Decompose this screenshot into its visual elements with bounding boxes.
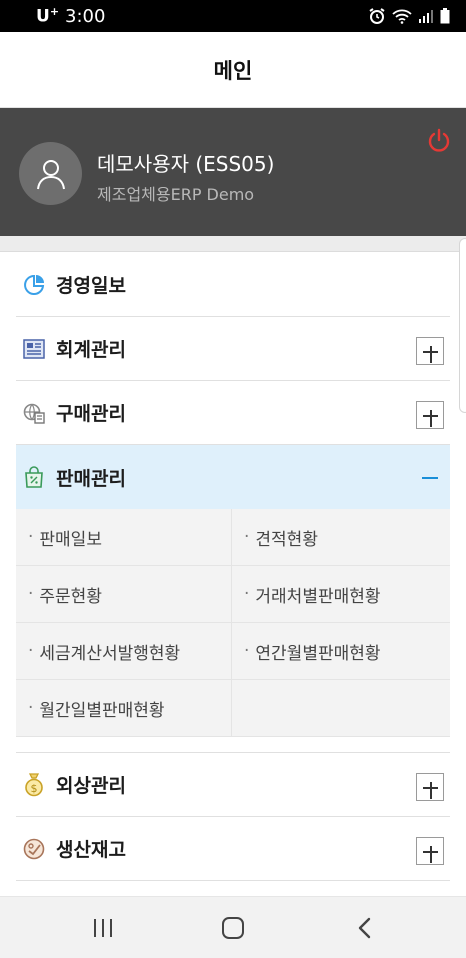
battery-icon (440, 8, 450, 24)
collapse-button[interactable] (422, 477, 438, 479)
avatar (19, 142, 82, 205)
profile-panel: 데모사용자 (ESS05) 제조업체용ERP Demo (0, 108, 466, 236)
ledger-icon (22, 337, 46, 361)
menu-item-sales[interactable]: 판매관리 (16, 445, 450, 509)
purchase-icon (22, 401, 46, 425)
expand-button[interactable] (416, 401, 444, 429)
expand-button[interactable] (416, 337, 444, 365)
menu-item-management-daily[interactable]: 경영일보 (16, 253, 450, 317)
clock: 3:00 (65, 5, 106, 27)
company-name: 제조업체용ERP Demo (97, 185, 255, 204)
submenu-item[interactable]: · 거래처별판매현황 (232, 566, 450, 623)
menu-item-receivables[interactable]: $ 외상관리 (16, 753, 450, 817)
menu-item-purchasing[interactable]: 구매관리 (16, 381, 450, 445)
production-icon (22, 837, 46, 861)
submenu-item[interactable]: · 견적현황 (232, 509, 450, 566)
menu-item-label: 생산재고 (56, 839, 126, 861)
submenu-item[interactable]: · 월간일별판매현황 (16, 680, 232, 737)
power-icon[interactable] (427, 128, 451, 154)
side-drawer-handle[interactable] (459, 238, 466, 413)
carrier-time: U+ 3:00 (36, 5, 105, 27)
system-nav-bar (0, 896, 466, 958)
svg-text:$: $ (31, 782, 38, 795)
submenu-empty-cell (232, 680, 450, 737)
recent-apps-button[interactable] (92, 917, 114, 939)
submenu-item[interactable]: · 판매일보 (16, 509, 232, 566)
menu-item-label: 회계관리 (56, 339, 126, 361)
submenu-item[interactable]: · 연간월별판매현황 (232, 623, 450, 680)
expand-button[interactable] (416, 837, 444, 865)
back-button[interactable] (355, 916, 375, 940)
status-icons (368, 7, 450, 25)
user-name: 데모사용자 (ESS05) (97, 152, 275, 176)
wifi-icon (392, 9, 412, 24)
home-button[interactable] (222, 917, 244, 939)
menu-item-label: 구매관리 (56, 403, 126, 425)
expand-button[interactable] (416, 773, 444, 801)
user-icon (36, 159, 65, 189)
pie-chart-icon (22, 273, 46, 297)
main-menu: 경영일보 회계관리 구매관리 판매관리 · 판매일보 · 견적현황 · 주문현황 · 거… (16, 253, 450, 881)
status-bar: U+ 3:00 (0, 0, 466, 32)
alarm-icon (369, 8, 385, 24)
app-bar: 메인 (0, 32, 466, 108)
divider (16, 737, 450, 753)
submenu-item[interactable]: · 세금계산서발행현황 (16, 623, 232, 680)
carrier-label: U+ (36, 5, 60, 27)
section-gap (0, 236, 466, 252)
menu-item-label: 경영일보 (56, 275, 126, 297)
shopping-bag-icon (22, 465, 46, 489)
menu-item-label: 판매관리 (56, 467, 126, 490)
submenu-item[interactable]: · 주문현황 (16, 566, 232, 623)
menu-item-accounting[interactable]: 회계관리 (16, 317, 450, 381)
sales-submenu: · 판매일보 · 견적현황 · 주문현황 · 거래처별판매현황 · 세금계산서발행현황 ·… (16, 509, 450, 737)
money-bag-icon: $ (22, 772, 46, 797)
page-title: 메인 (213, 58, 253, 83)
menu-item-label: 외상관리 (56, 775, 126, 797)
signal-icon (419, 10, 433, 23)
menu-item-production-inventory[interactable]: 생산재고 (16, 817, 450, 881)
